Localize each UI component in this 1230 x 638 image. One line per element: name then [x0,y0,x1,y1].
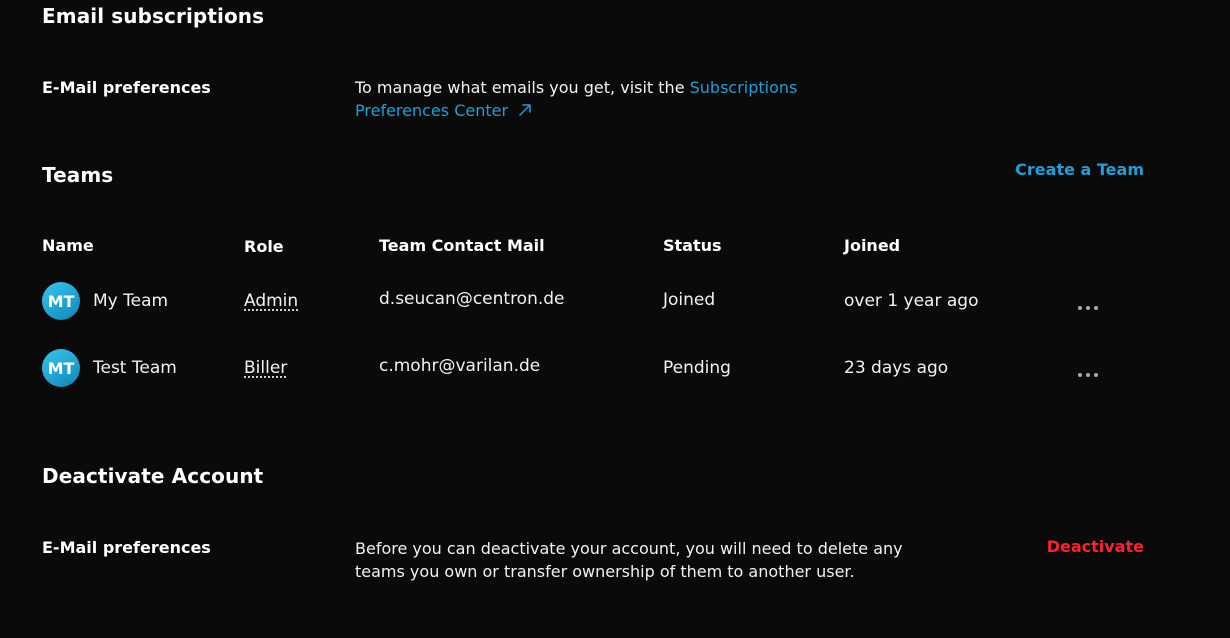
column-header-status: Status [663,236,722,255]
deactivate-account-title: Deactivate Account [42,464,264,488]
avatar: MT [42,282,80,320]
email-preferences-description: To manage what emails you get, visit the… [355,76,835,122]
teams-title: Teams [42,163,114,187]
team-status: Joined [663,290,716,310]
team-name: My Team [93,291,169,311]
team-status: Pending [663,358,731,378]
external-arrow-icon [519,104,531,116]
create-team-button[interactable]: Create a Team [1015,160,1144,179]
team-contact-mail: d.seucan@centron.de [379,289,565,309]
team-role-link[interactable]: Admin [244,291,298,311]
column-header-name: Name [42,236,94,255]
team-role-link[interactable]: Biller [244,358,287,378]
team-contact-mail: c.mohr@varilan.de [379,356,541,376]
email-subscriptions-title: Email subscriptions [42,4,265,28]
deactivate-description: Before you can deactivate your account, … [355,539,903,581]
team-joined: 23 days ago [844,358,949,378]
more-options-icon[interactable] [1074,302,1102,314]
avatar: MT [42,349,80,387]
column-header-contact-mail: Team Contact Mail [379,236,545,255]
deactivate-button[interactable]: Deactivate [1047,537,1144,556]
table-row: MT Test Team Biller c.mohr@varilan.de Pe… [0,349,1230,389]
email-preferences-text: To manage what emails you get, visit the [355,78,690,97]
column-header-role: Role [244,237,284,256]
table-row: MT My Team Admin d.seucan@centron.de Joi… [0,282,1230,322]
more-options-icon[interactable] [1074,369,1102,381]
team-name: Test Team [93,358,177,378]
column-header-joined: Joined [844,236,901,255]
team-joined: over 1 year ago [844,291,979,311]
deactivate-preferences-label: E-Mail preferences [42,538,211,557]
email-preferences-label: E-Mail preferences [42,78,211,97]
